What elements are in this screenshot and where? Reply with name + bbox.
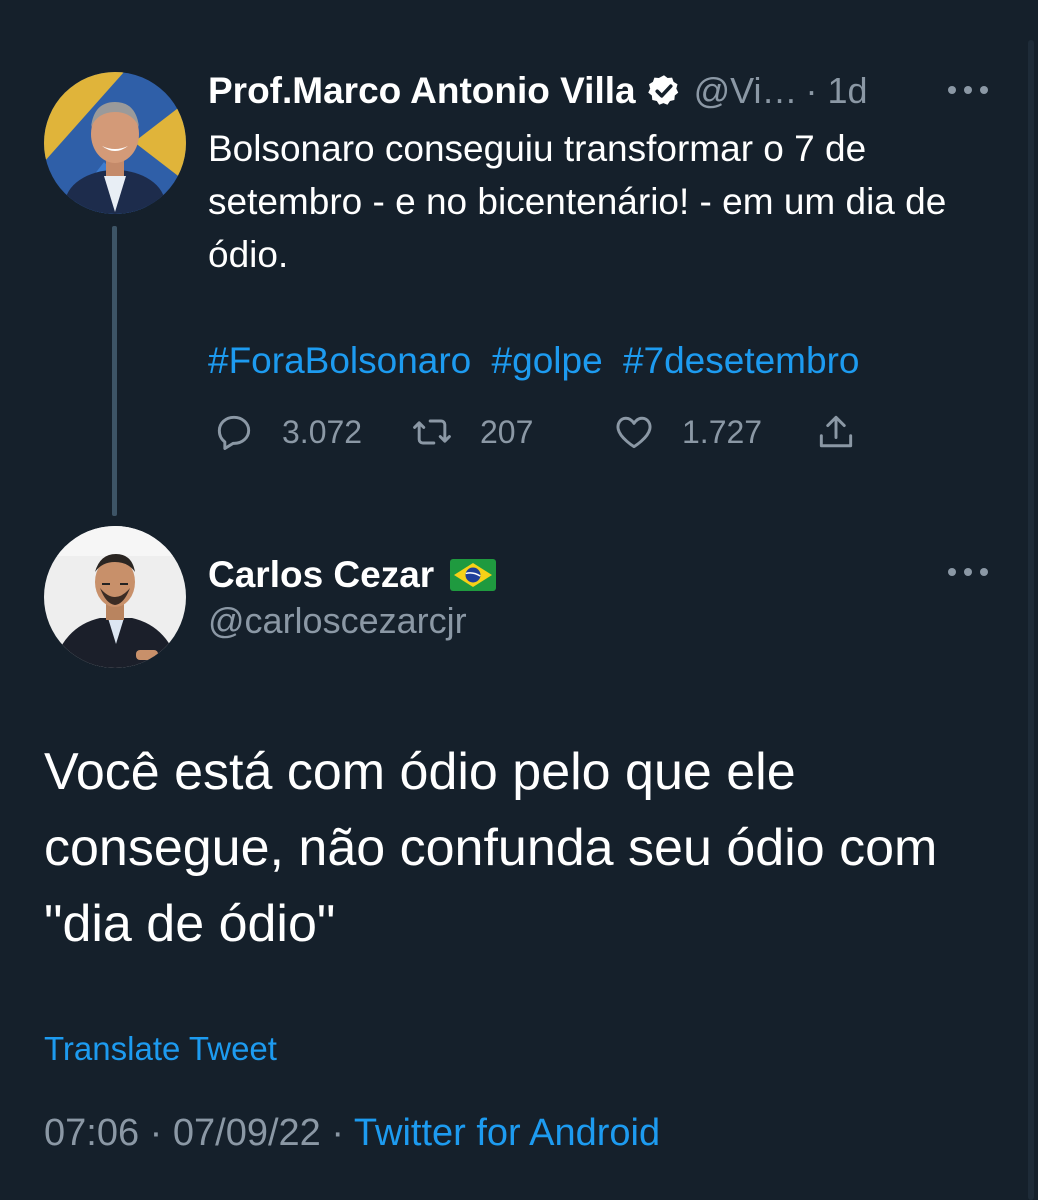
parent-tweet-header: Prof.Marco Antonio Villa @Vi… · 1d [208,64,868,118]
tweet-date[interactable]: 07/09/22 [173,1112,321,1154]
hashtag-link[interactable]: #golpe [492,340,603,381]
reply-tweet-text: Você está com ódio pelo que ele consegue… [44,743,938,953]
share-icon [819,415,853,448]
parent-more-icon[interactable] [948,84,988,96]
reply-tweet-header: Carlos Cezar [208,548,497,602]
reply-button[interactable]: 3.072 [212,408,362,456]
parent-tweet-actions: 3.072 207 1.727 [212,408,912,456]
verified-badge-icon [646,73,682,109]
meta-separator: · [331,1112,345,1154]
parent-author-handle[interactable]: @Vi… [694,70,798,112]
reply-author-avatar[interactable] [44,526,186,668]
parent-tweet-text: Bolsonaro conseguiu transformar o 7 de s… [208,128,947,275]
hashtag-link[interactable]: #ForaBolsonaro [208,340,471,381]
like-button[interactable]: 1.727 [612,408,762,456]
parent-author-avatar[interactable] [44,72,186,214]
meta-separator: · [149,1112,163,1154]
retweet-icon [413,419,451,445]
tweet-thread-page: Prof.Marco Antonio Villa @Vi… · 1d Bolso… [0,0,1038,1200]
retweet-count: 207 [480,413,534,450]
parent-tweet-time[interactable]: · 1d [806,70,868,112]
tweet-source-link[interactable]: Twitter for Android [354,1112,660,1154]
scrollbar[interactable] [1028,40,1034,1200]
retweet-button[interactable]: 207 [410,408,533,456]
hashtag-link[interactable]: #7desetembro [623,340,860,381]
reply-icon [217,415,251,450]
thread-connector-line [112,226,117,516]
reply-tweet-metadata: 07:06 · 07/09/22 · Twitter for Android [44,1112,660,1155]
like-icon [616,416,652,449]
reply-author-handle[interactable]: @carloscezarcjr [208,600,467,642]
parent-tweet-hashtags: #ForaBolsonaro #golpe #7desetembro [208,334,1008,387]
parent-author-name[interactable]: Prof.Marco Antonio Villa [208,70,636,112]
like-count: 1.727 [682,413,763,450]
reply-author-name[interactable]: Carlos Cezar [208,554,434,596]
reply-more-icon[interactable] [948,566,988,578]
brazil-flag-icon [450,559,497,591]
tweet-time[interactable]: 07:06 [44,1112,139,1154]
reply-count: 3.072 [282,413,363,450]
translate-tweet-link[interactable]: Translate Tweet [44,1030,277,1068]
share-button[interactable] [814,408,858,456]
